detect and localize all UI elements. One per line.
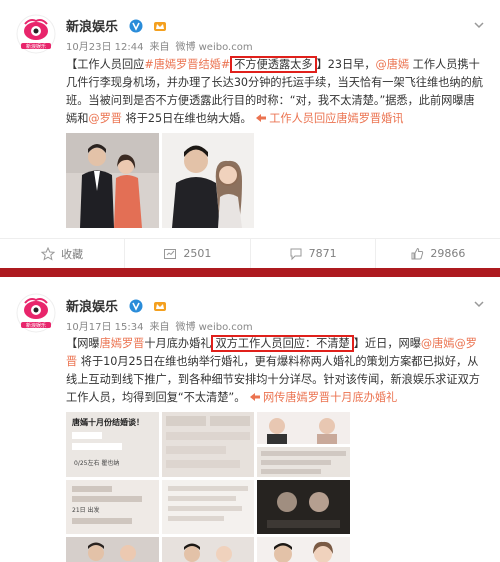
mention-tangyan[interactable]: @唐嫣: [421, 337, 455, 350]
grid-photo-4[interactable]: 21日 出发: [66, 480, 159, 534]
grid-photo-6[interactable]: [257, 480, 350, 534]
sina-ent-avatar[interactable]: 新浪娱乐: [16, 293, 56, 333]
sina-eye-logo-icon: 新浪娱乐: [16, 293, 56, 333]
star-icon: [41, 246, 56, 261]
weibo-post-2: 新浪娱乐 新浪娱乐 10月17日 15:34 来自 微博 weibo.com 【网曝…: [0, 277, 500, 562]
post-meta: 10月17日 15:34 来自 微博 weibo.com: [66, 322, 253, 333]
portrait-pair-image: [257, 537, 350, 562]
svg-text:新浪娱乐: 新浪娱乐: [26, 322, 46, 329]
photo-note-2: 21日 出发: [72, 506, 100, 514]
post-text: 【网曝唐嫣罗晋十月底办婚礼 双方工作人员回应：不清楚 】近日，网曝@唐嫣@罗晋 将于…: [66, 335, 480, 404]
photo-note-1: 0/25左右 瞿也纳: [74, 459, 119, 467]
highlight-box: 不方便透露太多: [230, 56, 317, 73]
couple-event-image: [66, 537, 159, 562]
comment-icon: [290, 248, 302, 260]
photo-caption: 唐嫣十月份结婚谈！: [72, 417, 144, 427]
chevron-down-icon[interactable]: [472, 297, 486, 311]
repost-icon: [164, 248, 177, 259]
grid-photo-9[interactable]: [257, 537, 350, 562]
post-text: 【工作人员回应#唐嫣罗晋结婚# 不方便透露太多 】23日早，@唐嫣 工作人员携十几件…: [66, 56, 483, 125]
favorite-button[interactable]: 收藏: [0, 239, 126, 268]
highlight-box: 双方工作人员回应：不清楚: [211, 335, 354, 352]
couple-red-carpet-image: [162, 537, 254, 562]
link-icon: [256, 114, 267, 122]
author-name[interactable]: 新浪娱乐: [66, 296, 167, 315]
post-time[interactable]: 10月23日 12:44: [66, 42, 143, 53]
grid-photo-2[interactable]: [162, 412, 254, 477]
post-source: 微博 weibo.com: [175, 42, 253, 53]
couple-photo-image: [66, 133, 159, 228]
portrait-thumbnail-image: [257, 412, 350, 444]
thumbs-up-icon: [411, 247, 424, 259]
chevron-down-icon[interactable]: [472, 18, 486, 32]
post-photo-2[interactable]: [162, 133, 254, 228]
mention-luojin[interactable]: @罗晋: [88, 112, 122, 125]
svg-text:新浪娱乐: 新浪娱乐: [26, 43, 46, 50]
dark-poster-image: [257, 480, 350, 534]
chat-blur-image: [162, 412, 254, 477]
sina-eye-logo-icon: 新浪娱乐: [16, 14, 56, 54]
post-source: 微博 weibo.com: [175, 322, 253, 333]
post-photo-1[interactable]: [66, 133, 159, 228]
web-link[interactable]: 网传唐嫣罗晋十月底办婚礼: [249, 391, 397, 404]
grid-photo-7[interactable]: [66, 537, 159, 562]
notes-screenshot-image: [257, 447, 350, 477]
grid-photo-3b[interactable]: [257, 447, 350, 477]
section-divider: [0, 268, 500, 277]
topic-tag[interactable]: #唐嫣罗晋结婚#: [144, 58, 230, 71]
post-actions: 收藏 2501 7871 29866: [0, 238, 500, 268]
topic-tag[interactable]: 唐嫣罗晋: [100, 337, 145, 350]
repost-button[interactable]: 2501: [125, 239, 251, 268]
web-link[interactable]: 工作人员回应唐嫣罗晋婚讯: [255, 112, 403, 125]
verified-v-icon: [129, 19, 143, 33]
post-time[interactable]: 10月17日 15:34: [66, 322, 143, 333]
member-crown-icon: [154, 302, 167, 311]
verified-v-icon: [129, 299, 143, 313]
grid-photo-1[interactable]: 唐嫣十月份结婚谈！ 0/25左右 瞿也纳: [66, 412, 159, 477]
grid-photo-8[interactable]: [162, 537, 254, 562]
grid-photo-5[interactable]: [162, 480, 254, 534]
weibo-post-1: 新浪娱乐 新浪娱乐 10月23日 12:44 来自 微博 weibo.com 【工作…: [0, 0, 500, 268]
schedule-screenshot-image: 21日 出发: [66, 480, 159, 534]
like-button[interactable]: 29866: [376, 239, 500, 268]
grid-photo-3a[interactable]: [257, 412, 350, 444]
planning-doc-image: [162, 480, 254, 534]
author-name[interactable]: 新浪娱乐: [66, 16, 167, 35]
member-crown-icon: [154, 22, 167, 31]
sina-ent-avatar[interactable]: 新浪娱乐: [16, 14, 56, 54]
comment-button[interactable]: 7871: [251, 239, 376, 268]
link-icon: [249, 393, 260, 401]
chat-screenshot-image: 唐嫣十月份结婚谈！ 0/25左右 瞿也纳: [66, 412, 159, 477]
couple-portrait-image: [162, 133, 254, 228]
post-meta: 10月23日 12:44 来自 微博 weibo.com: [66, 42, 253, 53]
mention-tangyan[interactable]: @唐嫣: [376, 58, 410, 71]
